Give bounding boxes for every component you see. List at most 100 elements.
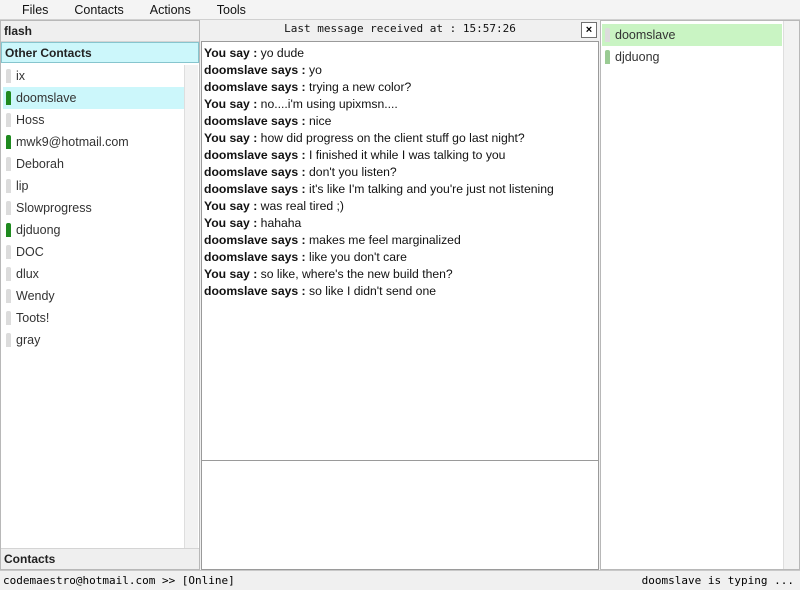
message-speaker: doomslave says : — [204, 114, 306, 128]
chat-message: doomslave says : yo — [204, 62, 596, 79]
contact-name: lip — [16, 179, 29, 193]
contact-name: Toots! — [16, 311, 50, 325]
menu-actions[interactable]: Actions — [137, 0, 204, 20]
message-speaker: doomslave says : — [204, 284, 306, 298]
message-text: makes me feel marginalized — [305, 233, 461, 247]
offline-status-icon — [6, 311, 11, 325]
message-speaker: doomslave says : — [204, 165, 306, 179]
message-speaker: doomslave says : — [204, 148, 306, 162]
contact-item[interactable]: doomslave — [3, 87, 184, 109]
contact-name: Hoss — [16, 113, 45, 127]
contact-name: mwk9@hotmail.com — [16, 135, 129, 149]
contact-list: ix doomslave Hoss mwk9@hotmail.com Deborah li… — [3, 65, 184, 549]
message-text: yo dude — [257, 46, 305, 60]
typing-indicator: doomslave is typing ... — [641, 574, 794, 587]
contact-name: Deborah — [16, 157, 64, 171]
contact-name: DOC — [16, 245, 44, 259]
participant-list: doomslave djduong — [602, 24, 782, 68]
message-speaker: doomslave says : — [204, 250, 306, 264]
contact-item[interactable]: Hoss — [3, 109, 184, 131]
participants-panel: doomslave djduong — [600, 20, 800, 570]
message-speaker: You say : — [204, 97, 258, 111]
chat-log: You say : yo dude doomslave says : yo doom… — [201, 41, 599, 479]
contact-name: Wendy — [16, 289, 55, 303]
chat-message: doomslave says : nice — [204, 113, 596, 130]
message-text: yo — [305, 63, 322, 77]
message-speaker: doomslave says : — [204, 233, 306, 247]
chat-message: You say : was real tired ;) — [204, 198, 596, 215]
contacts-panel: flash Other Contacts ix doomslave Hoss mwk9… — [0, 20, 200, 570]
group-header-other-contacts[interactable]: Other Contacts — [1, 42, 199, 63]
contact-name: dlux — [16, 267, 39, 281]
online-status-icon — [605, 50, 610, 64]
contact-item[interactable]: dlux — [3, 263, 184, 285]
chat-message: You say : yo dude — [204, 45, 596, 62]
menu-files[interactable]: Files — [9, 0, 61, 20]
message-text: don't you listen? — [305, 165, 397, 179]
contact-name: gray — [16, 333, 41, 347]
contact-name: djduong — [16, 223, 61, 237]
contact-item[interactable]: gray — [3, 329, 184, 351]
chat-panel: Last message received at : 15:57:26 × Yo… — [200, 20, 600, 570]
message-text: no....i'm using upixmsn.... — [257, 97, 398, 111]
contact-item[interactable]: lip — [3, 175, 184, 197]
menu-contacts[interactable]: Contacts — [61, 0, 136, 20]
online-status-icon — [6, 91, 11, 105]
message-text: was real tired ;) — [257, 199, 344, 213]
message-text: it's like I'm talking and you're just no… — [305, 182, 554, 196]
chat-message: You say : so like, where's the new build… — [204, 266, 596, 283]
offline-status-icon — [6, 113, 11, 127]
chat-message: You say : how did progress on the client… — [204, 130, 596, 147]
offline-status-icon — [6, 201, 11, 215]
contact-item[interactable]: DOC — [3, 241, 184, 263]
message-text: so like, where's the new build then? — [257, 267, 453, 281]
menu-bar: Files Contacts Actions Tools — [0, 0, 800, 20]
participants-scrollbar[interactable] — [783, 21, 799, 569]
participant-name: doomslave — [615, 28, 676, 42]
contact-item[interactable]: Slowprogress — [3, 197, 184, 219]
offline-status-icon — [6, 157, 11, 171]
message-speaker: doomslave says : — [204, 80, 306, 94]
message-speaker: You say : — [204, 199, 258, 213]
message-speaker: You say : — [204, 131, 258, 145]
contact-item[interactable]: Toots! — [3, 307, 184, 329]
online-status-icon — [6, 223, 11, 237]
message-text: hahaha — [257, 216, 302, 230]
contact-item[interactable]: Wendy — [3, 285, 184, 307]
chat-message: You say : no....i'm using upixmsn.... — [204, 96, 596, 113]
group-header-contacts[interactable]: Contacts — [1, 548, 199, 569]
message-speaker: doomslave says : — [204, 63, 306, 77]
offline-status-icon — [6, 245, 11, 259]
chat-message: doomslave says : it's like I'm talking a… — [204, 181, 596, 198]
offline-status-icon — [6, 267, 11, 281]
message-text: trying a new color? — [305, 80, 412, 94]
contact-item[interactable]: mwk9@hotmail.com — [3, 131, 184, 153]
chat-message: doomslave says : makes me feel marginali… — [204, 232, 596, 249]
message-speaker: doomslave says : — [204, 182, 306, 196]
message-text: like you don't care — [305, 250, 407, 264]
chat-message: You say : hahaha — [204, 215, 596, 232]
online-status-icon — [6, 135, 11, 149]
chat-message: doomslave says : I finished it while I w… — [204, 147, 596, 164]
contact-name: Slowprogress — [16, 201, 92, 215]
menu-tools[interactable]: Tools — [204, 0, 259, 20]
offline-status-icon — [6, 69, 11, 83]
contact-list-scrollbar[interactable] — [184, 65, 198, 549]
message-text: how did progress on the client stuff go … — [257, 131, 525, 145]
last-message-time: Last message received at : 15:57:26 — [284, 22, 516, 35]
message-text: so like I didn't send one — [305, 284, 437, 298]
user-status: codemaestro@hotmail.com >> [Online] — [3, 574, 235, 587]
contact-item[interactable]: Deborah — [3, 153, 184, 175]
contact-item[interactable]: djduong — [3, 219, 184, 241]
message-text: I finished it while I was talking to you — [305, 148, 506, 162]
group-header-flash[interactable]: flash — [1, 21, 199, 42]
status-bar: codemaestro@hotmail.com >> [Online] doom… — [0, 570, 800, 590]
participant-item[interactable]: doomslave — [602, 24, 782, 46]
participant-name: djduong — [615, 50, 660, 64]
close-chat-button[interactable]: × — [581, 22, 597, 38]
message-input[interactable] — [201, 460, 599, 570]
offline-status-icon — [6, 179, 11, 193]
contact-item[interactable]: ix — [3, 65, 184, 87]
participant-item[interactable]: djduong — [602, 46, 782, 68]
offline-status-icon — [6, 333, 11, 347]
